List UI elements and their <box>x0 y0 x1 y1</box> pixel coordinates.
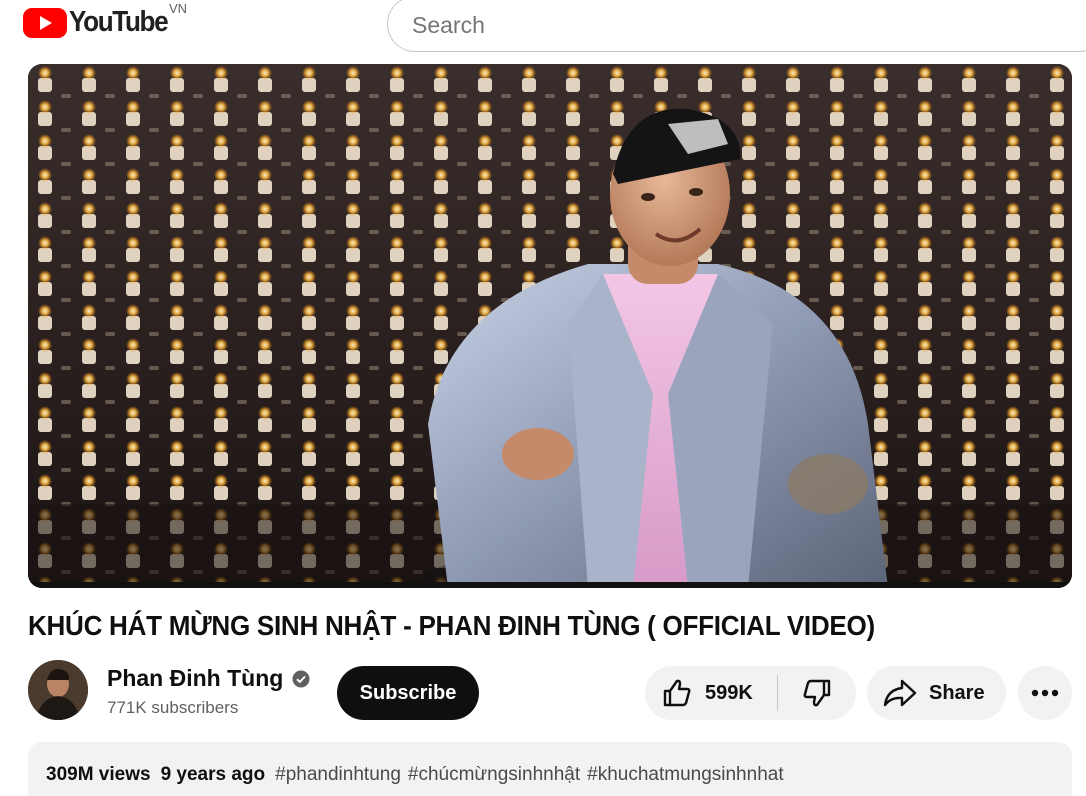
search-box[interactable] <box>387 0 1086 52</box>
avatar-image <box>28 660 88 720</box>
channel-avatar[interactable] <box>28 660 88 720</box>
channel-name-text: Phan Đinh Tùng <box>107 665 284 691</box>
like-count: 599K <box>705 681 753 704</box>
top-header: YouTube VN <box>0 0 1086 56</box>
logo-wordmark: YouTube <box>69 6 169 38</box>
subscriber-count: 771K subscribers <box>107 698 239 717</box>
view-count: 309M views <box>46 764 151 785</box>
publish-date: 9 years ago <box>160 764 266 785</box>
share-button[interactable]: Share <box>867 666 1006 720</box>
search-input[interactable] <box>412 5 1012 45</box>
share-label: Share <box>929 681 985 704</box>
more-actions-button[interactable] <box>1018 666 1072 720</box>
description-meta-line: 309M views 9 years ago #phandinhtung #ch… <box>46 764 784 786</box>
channel-name[interactable]: Phan Đinh Tùng <box>107 665 310 692</box>
country-code: VN <box>169 1 188 16</box>
youtube-logo[interactable]: YouTube VN <box>22 1 187 39</box>
video-player[interactable] <box>28 64 1072 588</box>
like-button[interactable]: 599K <box>645 666 777 720</box>
video-frame-image <box>28 64 1072 588</box>
dislike-button[interactable] <box>778 666 856 720</box>
youtube-play-icon <box>23 7 67 38</box>
share-icon <box>883 679 917 707</box>
hashtag-link[interactable]: #phandinhtung <box>275 764 401 786</box>
thumbs-down-icon <box>803 679 831 707</box>
like-dislike-group: 599K <box>645 666 856 720</box>
more-horizontal-icon <box>1031 689 1059 697</box>
hashtag-list: #phandinhtung #chúcmừngsinhnhật #khuchat… <box>275 764 783 786</box>
progress-bar[interactable] <box>28 582 1072 588</box>
description-box[interactable]: 309M views 9 years ago #phandinhtung #ch… <box>28 742 1072 796</box>
hashtag-link[interactable]: #khuchatmungsinhnhat <box>587 764 783 786</box>
video-title: KHÚC HÁT MỪNG SINH NHẬT - PHAN ĐINH TÙNG… <box>28 610 875 641</box>
hashtag-link[interactable]: #chúcmừngsinhnhật <box>408 764 580 786</box>
subscribe-button[interactable]: Subscribe <box>337 666 479 720</box>
verified-icon <box>292 670 310 687</box>
thumbs-up-icon <box>663 679 691 707</box>
